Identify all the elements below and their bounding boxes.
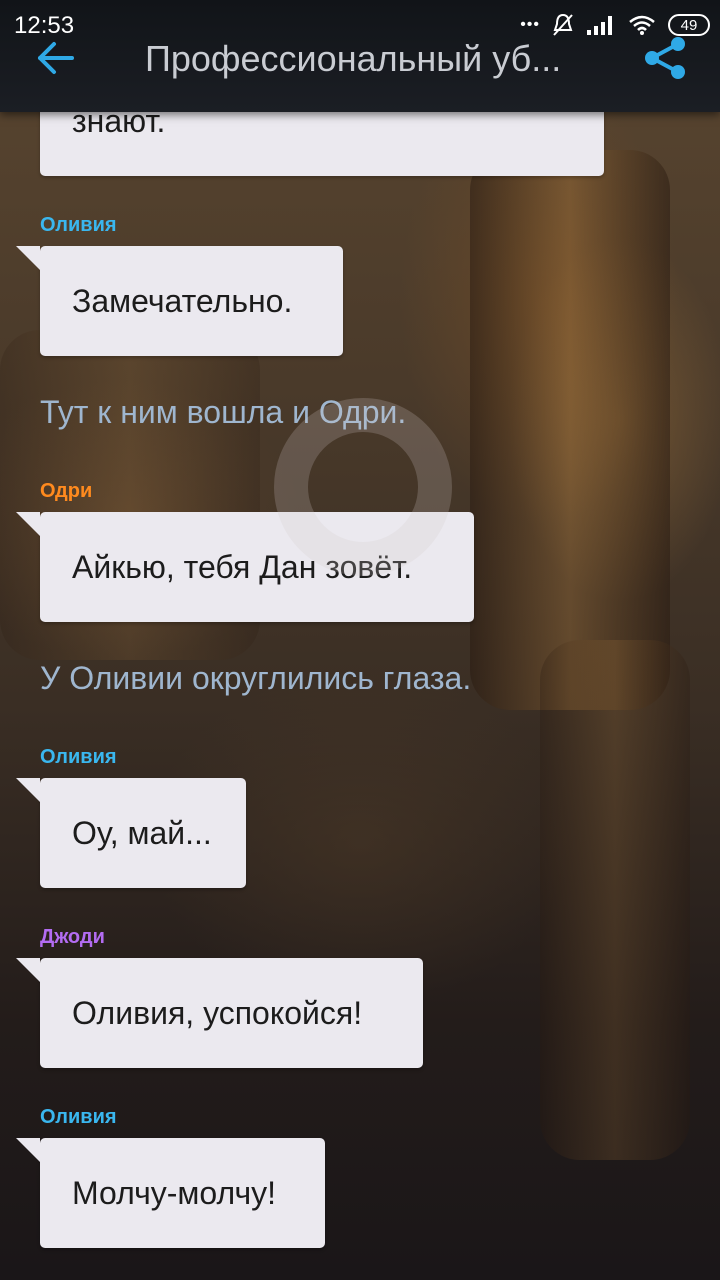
message-text: Замечательно.	[72, 282, 293, 319]
chat-feed[interactable]: знают. Оливия Замечательно. Тут к ним во…	[0, 0, 720, 1280]
message-bubble: Оу, май...	[16, 778, 246, 888]
narration-text: У Оливии округлились глаза.	[40, 660, 472, 696]
message-bubble: Оливия, успокойся!	[16, 958, 423, 1068]
page-title: Профессиональный уб...	[145, 38, 562, 79]
bell-muted-icon	[553, 13, 573, 36]
bubble-tail	[16, 512, 40, 536]
bubble-tail	[16, 246, 40, 270]
share-icon	[645, 37, 685, 79]
speaker-name: Оливия	[40, 746, 117, 768]
loading-spinner	[274, 398, 452, 576]
message-text: Молчу-молчу!	[72, 1174, 277, 1211]
bubble-tail	[16, 958, 40, 982]
speaker-name: Оливия	[40, 1106, 117, 1128]
speaker-name: Оливия	[40, 214, 117, 236]
arrow-left-icon	[38, 42, 74, 74]
bubble-tail	[16, 778, 40, 802]
battery-level: 49	[680, 16, 698, 34]
message-text: Оу, май...	[72, 814, 212, 851]
message-bubble: Замечательно.	[16, 246, 343, 356]
back-button[interactable]	[30, 34, 84, 82]
bubble-tail	[16, 1138, 40, 1162]
story-reader-screen: знают. Оливия Замечательно. Тут к ним во…	[0, 0, 720, 1280]
signal-icon	[587, 16, 612, 35]
speaker-name: Одри	[40, 480, 93, 502]
message-bubble: Молчу-молчу!	[16, 1138, 325, 1248]
speaker-name: Джоди	[40, 926, 105, 948]
app-bar: 12:53 ••• 49 Профессиональный уб...	[0, 0, 720, 112]
notification-dots-icon: •••	[520, 16, 540, 33]
message-text: Оливия, успокойся!	[72, 994, 363, 1031]
share-button[interactable]	[640, 32, 692, 84]
